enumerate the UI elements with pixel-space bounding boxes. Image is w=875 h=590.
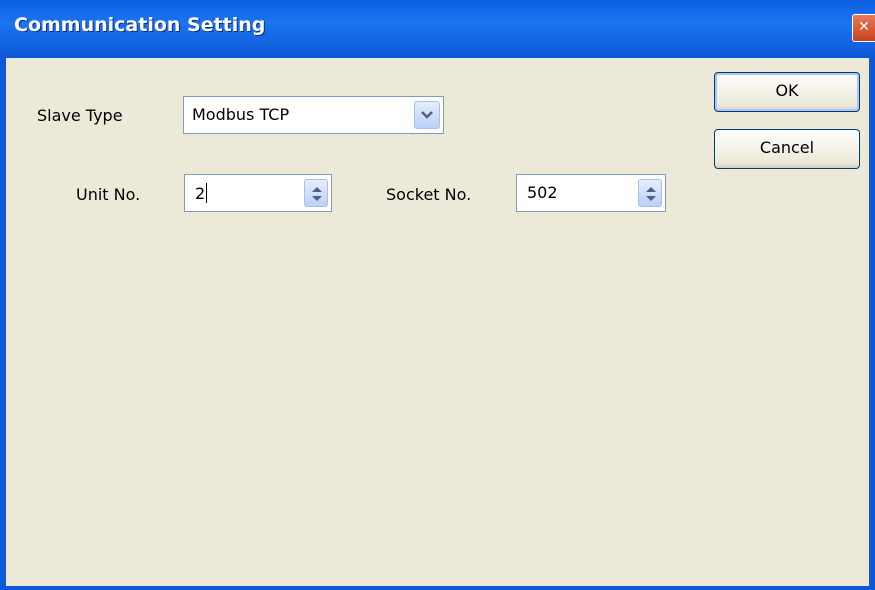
socket-no-value[interactable]: 502 [527, 183, 558, 202]
text-caret [206, 183, 208, 203]
socket-no-spin-buttons[interactable] [638, 179, 662, 207]
cancel-button[interactable]: Cancel [714, 129, 860, 169]
title-bar[interactable]: Communication Setting ✕ [0, 0, 875, 58]
close-icon: ✕ [858, 19, 870, 35]
unit-no-value: 2 [195, 184, 206, 203]
slave-type-dropdown[interactable]: Modbus TCP [183, 96, 444, 134]
slave-type-value: Modbus TCP [192, 105, 290, 124]
window-frame-left [0, 58, 6, 590]
window-frame-bottom [0, 586, 875, 590]
dropdown-arrow-button[interactable] [414, 101, 440, 129]
socket-no-spinbox[interactable]: 502 [516, 174, 666, 212]
unit-no-label: Unit No. [76, 185, 141, 204]
window-title: Communication Setting [14, 14, 266, 36]
communication-setting-dialog: Communication Setting ✕ Slave Type Modbu… [0, 0, 875, 590]
unit-no-spinbox[interactable]: 2 [184, 174, 332, 212]
slave-type-label: Slave Type [37, 106, 123, 125]
window-frame-right [869, 58, 875, 590]
socket-no-label: Socket No. [386, 185, 472, 204]
spin-up-down-icon [312, 187, 322, 201]
chevron-down-icon [421, 111, 433, 119]
close-button[interactable]: ✕ [852, 14, 875, 42]
unit-no-spin-buttons[interactable] [304, 179, 328, 207]
spin-up-down-icon [646, 187, 656, 201]
unit-no-input[interactable]: 2 [195, 183, 208, 203]
ok-button[interactable]: OK [714, 72, 860, 112]
